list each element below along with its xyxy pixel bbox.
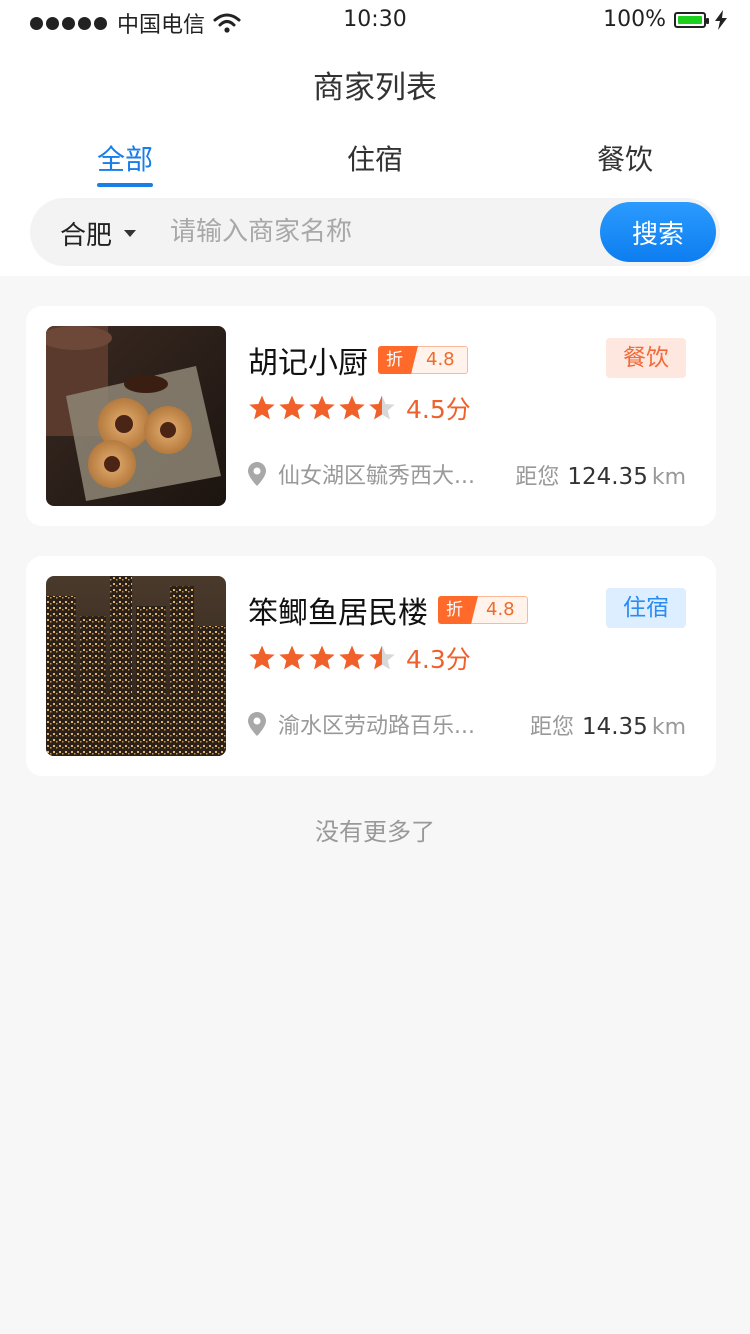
merchant-address: 仙女湖区毓秀西大... [278,464,475,489]
merchant-photo [46,326,226,506]
star-icon [369,395,395,420]
search-input[interactable] [170,210,590,254]
distance-prefix: 距您 [515,465,560,490]
discount-score: 4.8 [411,346,468,374]
distance: 距您 14.35 km [530,709,686,741]
no-more-text: 没有更多了 [315,818,435,846]
discount-badge: 折 4.8 [438,596,528,624]
discount-tag: 折 [378,346,418,374]
star-icon [339,395,365,420]
battery-icon [674,11,709,28]
search-button[interactable]: 搜索 [600,202,716,262]
page-title: 商家列表 [313,70,437,106]
star-icon [279,645,305,670]
merchant-address: 渝水区劳动路百乐... [278,714,475,739]
address-row: 渝水区劳动路百乐... [248,708,475,740]
distance-unit: km [651,715,686,740]
caret-down-icon [124,230,137,237]
city-label: 合肥 [60,221,113,251]
merchant-photo [46,576,226,756]
merchant-name: 笨鲫鱼居民楼 [248,596,428,631]
star-icon [279,395,305,420]
star-icon [339,645,365,670]
tab-stay[interactable]: 住宿 [347,138,403,178]
merchant-name-row: 笨鲫鱼居民楼 折 4.8 [248,588,528,632]
tab-food[interactable]: 餐饮 [597,138,653,178]
merchant-card[interactable]: 笨鲫鱼居民楼 折 4.8 住宿 4.3分 渝水区劳动路百乐... 距您 14.35… [26,556,716,776]
rating-row: 4.3分 [248,640,471,676]
tab-all[interactable]: 全部 [97,138,153,178]
discount-score: 4.8 [471,596,528,624]
distance: 距您 124.35 km [515,459,686,491]
search-bar: 合肥 搜索 [30,198,720,266]
star-icon [309,395,335,420]
location-pin-icon [248,462,266,486]
merchant-name: 胡记小厨 [248,346,368,381]
discount-badge: 折 4.8 [378,346,468,374]
status-bar: 中国电信 10:30 100% [0,0,750,40]
star-rating [248,644,396,672]
star-icon [249,395,275,420]
category-badge: 住宿 [606,588,686,628]
star-icon [369,645,395,670]
discount-tag: 折 [438,596,478,624]
merchant-card[interactable]: 胡记小厨 折 4.8 餐饮 4.5分 仙女湖区毓秀西大... 距您 124.35 k… [26,306,716,526]
distance-value: 124.35 [567,464,648,490]
distance-unit: km [651,465,686,490]
rating-row: 4.5分 [248,390,471,426]
rating-score: 4.3分 [406,645,471,674]
rating-score: 4.5分 [406,395,471,424]
star-icon [309,645,335,670]
distance-prefix: 距您 [529,715,574,740]
category-badge: 餐饮 [606,338,686,378]
battery-percent: 100% [603,7,666,32]
distance-value: 14.35 [581,714,648,740]
location-pin-icon [248,712,266,736]
active-tab-indicator [97,183,153,187]
merchant-name-row: 胡记小厨 折 4.8 [248,338,468,382]
star-rating [248,394,396,422]
address-row: 仙女湖区毓秀西大... [248,458,475,490]
star-icon [249,645,275,670]
charging-icon [715,9,727,30]
city-selector[interactable]: 合肥 [60,215,137,252]
